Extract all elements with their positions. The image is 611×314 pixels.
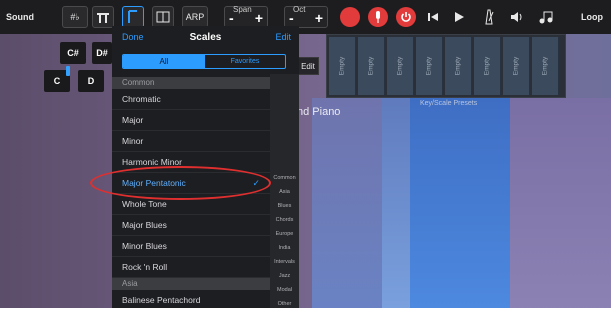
span-plus-icon[interactable]: + — [255, 10, 263, 26]
preset-slot[interactable]: Empty — [416, 37, 443, 95]
index-item[interactable]: Intervals — [270, 259, 299, 265]
preset-slot[interactable]: Empty — [503, 37, 530, 95]
section-header: Common — [112, 77, 270, 89]
highlight-ellipse — [90, 166, 271, 200]
octave-label: Oct — [293, 5, 306, 14]
index-item[interactable]: Other — [270, 301, 299, 307]
key-c-sharp[interactable]: C# — [60, 42, 86, 64]
index-item[interactable]: India — [270, 245, 299, 251]
notes-icon[interactable] — [536, 6, 556, 28]
preset-slot[interactable]: Empty — [358, 37, 385, 95]
preset-slot[interactable]: Empty — [532, 37, 559, 95]
span-minus-icon[interactable]: - — [229, 10, 234, 26]
sound-button[interactable]: Sound — [2, 6, 38, 28]
index-item[interactable]: Modal — [270, 287, 299, 293]
preset-slot[interactable]: Empty — [445, 37, 472, 95]
app-screen: nd Piano Sound #♭ ARP Span - + Oct - + L… — [0, 0, 611, 314]
index-item[interactable]: Blues — [270, 203, 299, 209]
scales-title: Scales — [189, 32, 222, 43]
record-icon[interactable] — [340, 7, 360, 27]
keyboard-layout-icon[interactable] — [152, 6, 174, 28]
key-d[interactable]: D — [78, 70, 104, 92]
list-item[interactable]: Major Blues — [112, 215, 270, 236]
loop-button[interactable]: Loop — [576, 6, 608, 28]
octave-stepper[interactable]: Oct - + — [284, 5, 328, 28]
list-item[interactable]: Chromatic — [112, 89, 270, 110]
key-d-sharp[interactable]: D# — [92, 42, 112, 64]
octave-minus-icon[interactable]: - — [289, 10, 294, 26]
preset-slot[interactable]: Empty — [474, 37, 501, 95]
bottom-margin — [0, 308, 611, 314]
section-header: Asia — [112, 278, 270, 290]
list-item[interactable]: Major — [112, 110, 270, 131]
edit-button[interactable]: Edit — [297, 57, 319, 75]
instrument-title: nd Piano — [297, 106, 341, 118]
list-item[interactable]: Minor — [112, 131, 270, 152]
index-item[interactable]: Jazz — [270, 273, 299, 279]
scales-panel-header: Done Scales Edit — [112, 26, 299, 52]
index-item[interactable]: Common — [270, 175, 299, 181]
tab-all[interactable]: All — [123, 55, 205, 68]
skip-back-icon[interactable] — [424, 6, 442, 28]
key-indicator — [66, 66, 70, 76]
background-column — [382, 98, 410, 314]
power-icon[interactable] — [396, 7, 416, 27]
toolbar: Sound #♭ ARP Span - + Oct - + Loop — [0, 0, 611, 34]
arp-button[interactable]: ARP — [182, 6, 208, 28]
background-column — [410, 98, 510, 314]
chord-icon[interactable] — [92, 6, 114, 28]
index-item[interactable]: Chords — [270, 217, 299, 223]
preset-slot[interactable]: Empty — [329, 37, 356, 95]
sharp-flat-button[interactable]: #♭ — [62, 6, 88, 28]
list-item[interactable]: Rock 'n Roll — [112, 257, 270, 278]
metronome-icon[interactable] — [480, 6, 498, 28]
play-icon[interactable] — [450, 6, 468, 28]
section-index: Common Asia Blues Chords Europe India In… — [270, 74, 299, 314]
index-item[interactable]: Asia — [270, 189, 299, 195]
list-item[interactable]: Minor Blues — [112, 236, 270, 257]
microphone-icon[interactable] — [368, 7, 388, 27]
presets-caption: Key/Scale Presets — [420, 100, 478, 107]
preset-slot[interactable]: Empty — [387, 37, 414, 95]
scale-icon[interactable] — [122, 6, 144, 28]
tab-favorites[interactable]: Favorites — [205, 55, 285, 68]
scale-filter-segmented: All Favorites — [122, 54, 286, 69]
octave-plus-icon[interactable]: + — [315, 10, 323, 26]
span-label: Span — [233, 5, 252, 14]
background-column — [510, 98, 611, 314]
scales-edit-button[interactable]: Edit — [275, 32, 291, 42]
span-stepper[interactable]: Span - + — [224, 5, 268, 28]
index-item[interactable]: Europe — [270, 231, 299, 237]
preset-slots: Empty Empty Empty Empty Empty Empty Empt… — [326, 34, 566, 98]
volume-icon[interactable] — [508, 6, 528, 28]
background-column — [312, 98, 382, 314]
